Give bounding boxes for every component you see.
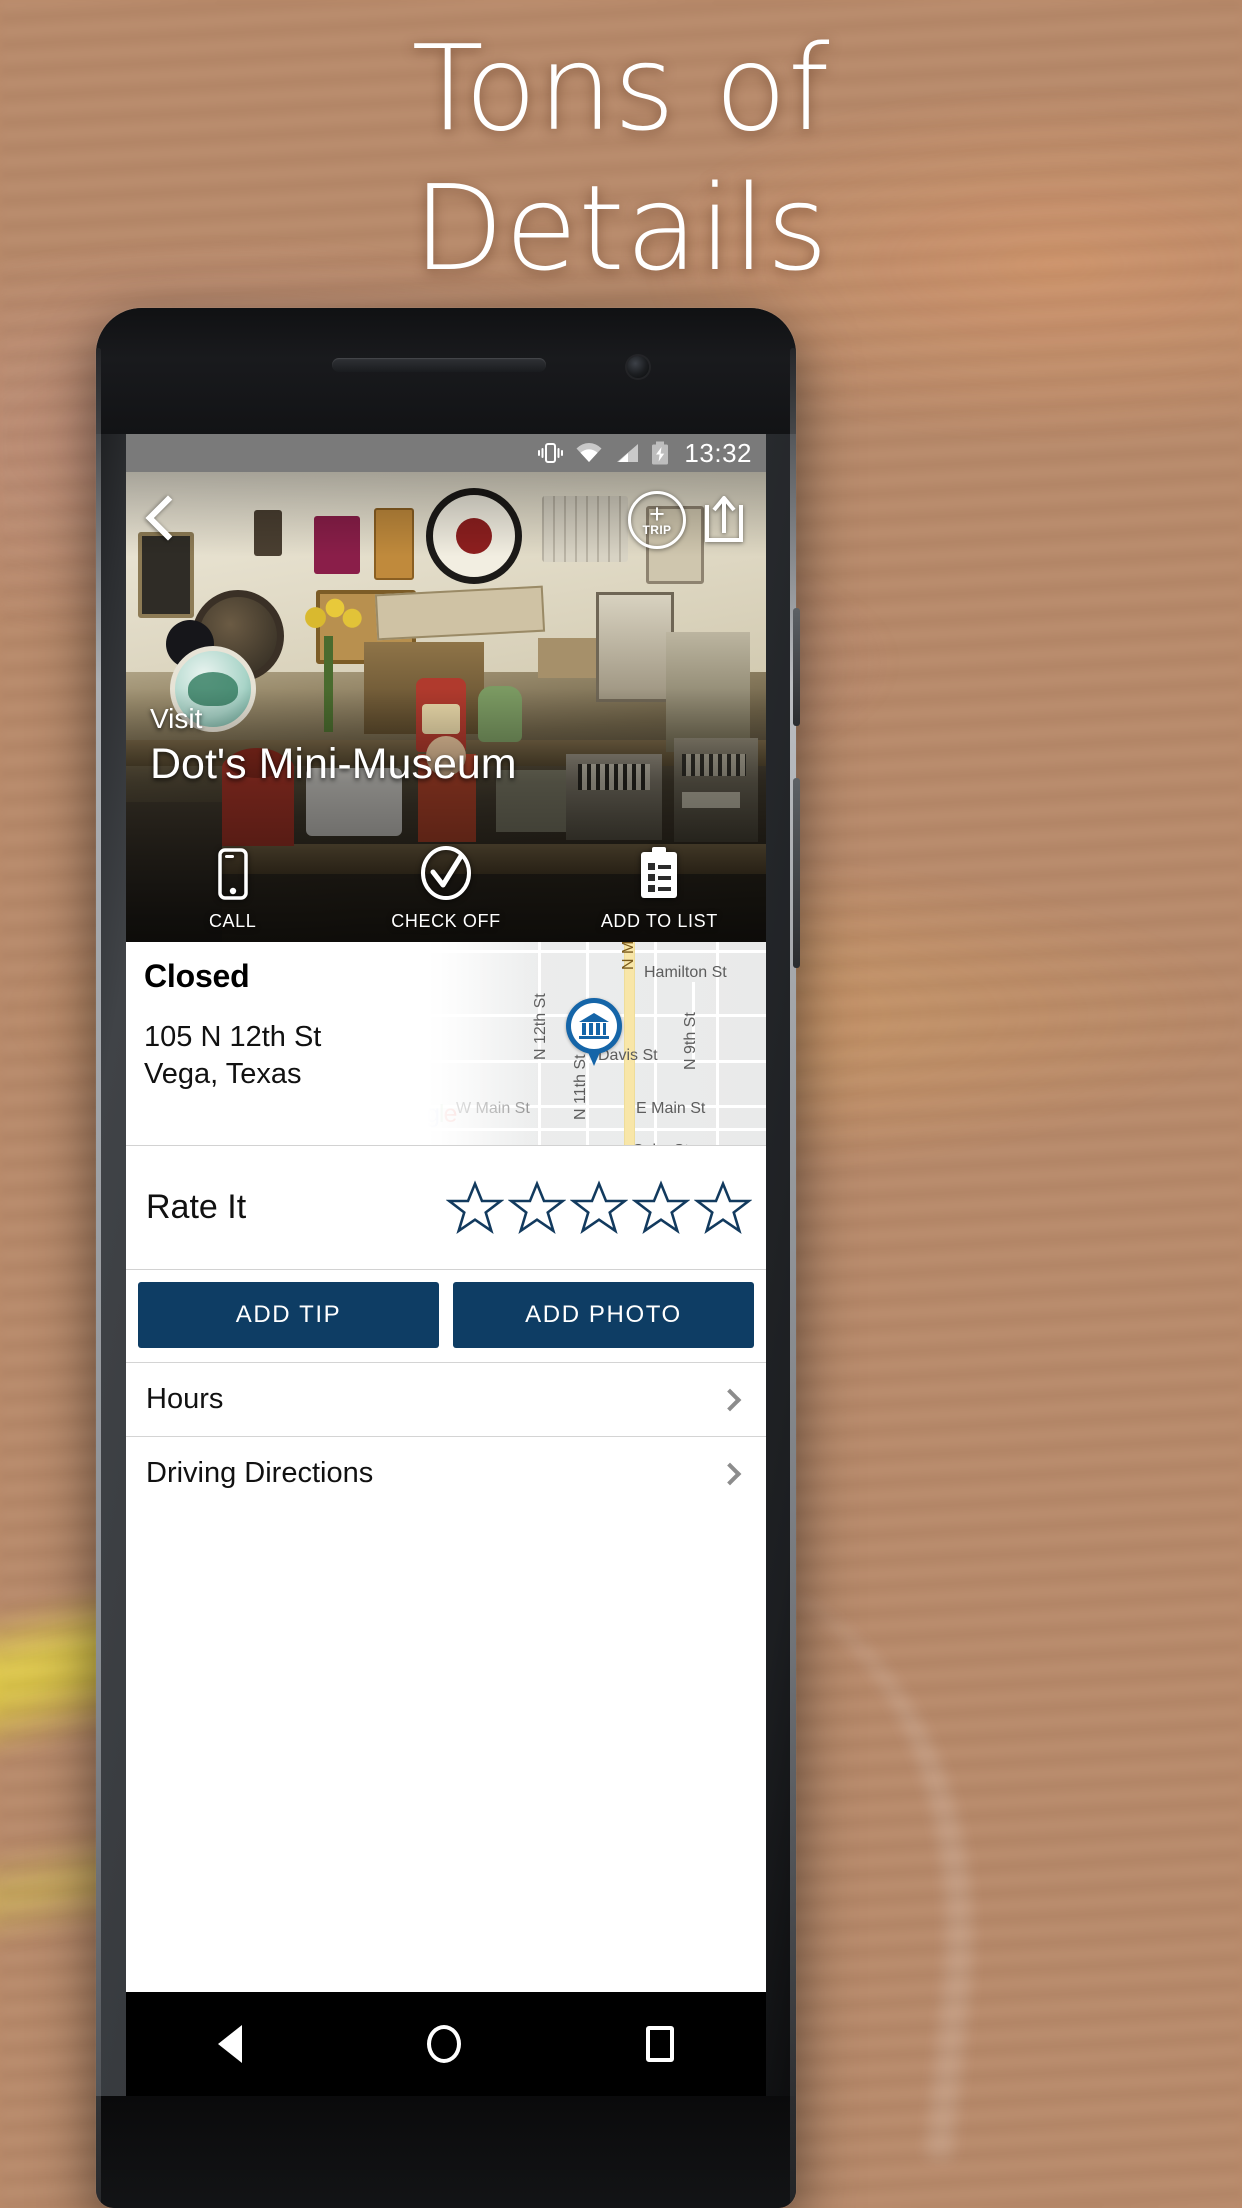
phone-bottom-bezel (96, 2096, 796, 2208)
chevron-right-icon (718, 1462, 742, 1485)
check-off-action[interactable]: CHECK OFF (339, 842, 552, 932)
list-item-driving-directions[interactable]: Driving Directions (126, 1436, 766, 1510)
nav-recents-icon[interactable] (645, 2026, 674, 2062)
back-chevron-icon[interactable] (144, 490, 178, 550)
status-bar-clock: 13:32 (684, 437, 752, 468)
location-map[interactable]: Hamilton St N Main St Davis St N 9th St … (420, 942, 766, 1145)
address-line-2: Vega, Texas (144, 1058, 302, 1090)
list-item-hours[interactable]: Hours (126, 1362, 766, 1436)
front-camera (627, 356, 649, 378)
phone-mockup: 13:32 + TRIP Visit Dot's Mini-Museum CAL… (96, 308, 800, 2208)
phone-body: 13:32 + TRIP Visit Dot's Mini-Museum CAL… (96, 308, 796, 2208)
place-name: Dot's Mini-Museum (150, 740, 517, 788)
info-map-row: Closed 105 N 12th St Vega, Texas Hamilto… (126, 942, 766, 1146)
phone-left-rim (96, 348, 101, 2208)
map-label-n-9th: N 9th St (682, 1012, 699, 1070)
promo-headline-line2: Details (412, 159, 830, 297)
phone-top-bezel (96, 308, 796, 434)
driving-directions-label: Driving Directions (146, 1457, 374, 1489)
chevron-right-icon (718, 1388, 742, 1411)
clipboard-icon (637, 842, 681, 900)
place-info: Closed 105 N 12th St Vega, Texas (126, 942, 420, 1145)
hours-label: Hours (146, 1383, 224, 1415)
open-status: Closed (144, 958, 250, 994)
promo-headline: Tons of Details (0, 18, 1242, 298)
add-to-list-label: ADD TO LIST (600, 911, 718, 931)
phone-screen: 13:32 + TRIP Visit Dot's Mini-Museum CAL… (126, 434, 766, 2096)
power-button[interactable] (793, 608, 800, 726)
call-action[interactable]: CALL (126, 842, 339, 932)
add-photo-button[interactable]: ADD PHOTO (453, 1282, 754, 1348)
phone-icon (217, 842, 249, 900)
add-tip-button[interactable]: ADD TIP (138, 1282, 439, 1348)
museum-pin-icon[interactable] (566, 998, 622, 1068)
hero-toolbar-actions: + TRIP (628, 491, 748, 549)
hero-photo-section: + TRIP Visit Dot's Mini-Museum CALL CHEC… (126, 472, 766, 942)
rate-it-label: Rate It (146, 1188, 247, 1226)
map-label-n-main: N Main St (620, 942, 638, 970)
star-2-icon[interactable] (508, 1179, 566, 1236)
map-label-coke: Coke St (632, 1142, 689, 1145)
pin-disc (571, 1003, 617, 1049)
map-label-e-main: E Main St (636, 1100, 706, 1117)
wifi-icon (575, 442, 603, 464)
vibrate-icon (537, 442, 564, 464)
promo-headline-line1: Tons of (411, 19, 831, 157)
hero-toolbar: + TRIP (126, 472, 766, 568)
check-off-label: CHECK OFF (391, 911, 501, 931)
earpiece-speaker (332, 358, 546, 372)
check-circle-icon (419, 842, 473, 900)
android-navigation-bar (126, 1992, 766, 2096)
star-rating-control[interactable] (446, 1179, 752, 1236)
action-button-row: ADD TIP ADD PHOTO (126, 1270, 766, 1362)
place-title-block: Visit Dot's Mini-Museum (150, 702, 517, 790)
share-upload-icon[interactable] (700, 493, 748, 547)
star-4-icon[interactable] (632, 1179, 690, 1236)
map-left-fade (420, 942, 540, 1145)
add-to-list-action[interactable]: ADD TO LIST (553, 842, 766, 932)
address-line-1: 105 N 12th St (144, 1021, 322, 1053)
add-to-trip-button[interactable]: + TRIP (628, 491, 686, 549)
add-to-trip-label: TRIP (642, 523, 672, 537)
star-5-icon[interactable] (694, 1179, 752, 1236)
nav-home-icon[interactable] (426, 2025, 461, 2063)
call-label: CALL (208, 911, 257, 931)
cellular-signal-icon (614, 442, 640, 464)
star-3-icon[interactable] (570, 1179, 628, 1236)
volume-button[interactable] (793, 778, 800, 968)
place-kicker: Visit (150, 703, 203, 734)
place-address: 105 N 12th St Vega, Texas (144, 1019, 420, 1093)
hero-action-bar: CALL CHECK OFF ADD TO LIST (126, 842, 766, 932)
battery-charging-icon (651, 441, 669, 465)
rate-it-row: Rate It (126, 1146, 766, 1270)
nav-back-icon[interactable] (218, 2025, 243, 2063)
plus-icon: + (649, 499, 665, 529)
status-bar: 13:32 (126, 434, 766, 472)
map-label-hamilton: Hamilton St (644, 964, 727, 981)
star-1-icon[interactable] (446, 1179, 504, 1236)
